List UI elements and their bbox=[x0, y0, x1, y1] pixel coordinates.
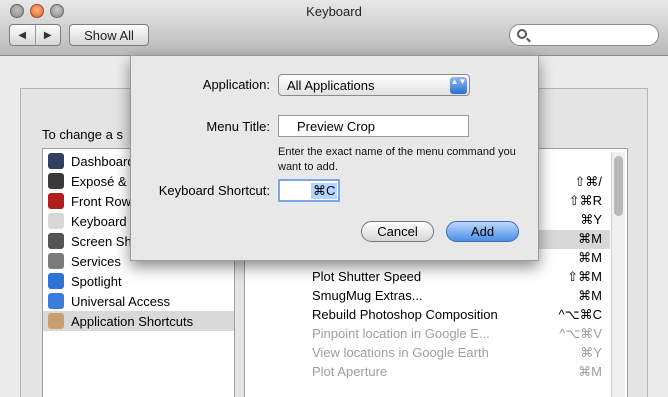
shortcut-keys: ⌘Y bbox=[580, 345, 602, 360]
shortcut-keys: ⇧⌘M bbox=[567, 269, 602, 284]
category-label: Spotlight bbox=[71, 273, 122, 289]
application-label: Application: bbox=[202, 77, 270, 92]
shortcut-row[interactable]: Rebuild Photoshop Composition ^⌥⌘C bbox=[245, 306, 610, 325]
scrollbar-thumb[interactable] bbox=[614, 156, 623, 216]
title-bar: Keyboard ◀ ▶ Show All bbox=[0, 0, 668, 56]
category-label: Dashboard bbox=[71, 153, 135, 169]
front-row-icon bbox=[48, 193, 64, 209]
keyboard-shortcut-label: Keyboard Shortcut: bbox=[158, 183, 270, 198]
shortcut-keys: ⇧⌘R bbox=[568, 193, 602, 208]
keyboard-shortcut-field[interactable]: ⌘C bbox=[278, 179, 340, 202]
shortcut-name: Plot Aperture bbox=[312, 364, 388, 379]
keyboard-icon bbox=[48, 213, 64, 229]
gear-icon bbox=[48, 253, 64, 269]
add-button[interactable]: Add bbox=[446, 221, 519, 242]
menu-title-hint: Enter the exact name of the menu command… bbox=[278, 146, 516, 173]
shortcut-list-scrollbar[interactable] bbox=[611, 152, 625, 397]
shortcut-row[interactable]: Plot Aperture ⌘M bbox=[245, 363, 610, 382]
application-popup[interactable]: All Applications ▲▼ bbox=[278, 74, 470, 96]
popup-arrows-glyph: ▲▼ bbox=[450, 77, 467, 86]
app-shortcuts-icon bbox=[48, 313, 64, 329]
shortcut-keys: ⌘Y bbox=[580, 212, 602, 227]
shortcut-name: Rebuild Photoshop Composition bbox=[312, 307, 498, 322]
shortcut-name: View locations in Google Earth bbox=[312, 345, 489, 360]
category-label: Keyboard bbox=[71, 213, 127, 229]
category-item[interactable]: Universal Access bbox=[43, 291, 234, 311]
window-title: Keyboard bbox=[306, 4, 362, 19]
category-label: Screen Sh bbox=[71, 233, 132, 249]
shortcut-row[interactable]: View locations in Google Earth ⌘Y bbox=[245, 344, 610, 363]
search-input[interactable] bbox=[509, 24, 659, 46]
spotlight-icon bbox=[48, 273, 64, 289]
menu-title-field[interactable]: Preview Crop bbox=[278, 115, 469, 137]
shortcut-row[interactable]: Plot Shutter Speed ⇧⌘M bbox=[245, 268, 610, 287]
add-shortcut-sheet: Application: All Applications ▲▼ Menu Ti… bbox=[130, 55, 539, 261]
shortcut-keys: ^⌥⌘V bbox=[559, 326, 602, 341]
expose-icon bbox=[48, 173, 64, 189]
cancel-button[interactable]: Cancel bbox=[361, 221, 434, 242]
keyboard-preferences-window: Keyboard ◀ ▶ Show All To change a s Dash… bbox=[0, 0, 668, 397]
menu-title-value: Preview Crop bbox=[297, 119, 376, 134]
application-popup-value: All Applications bbox=[287, 78, 375, 93]
shortcut-name: Plot Shutter Speed bbox=[312, 269, 422, 284]
dashboard-icon bbox=[48, 153, 64, 169]
shortcut-name: Pinpoint location in Google E... bbox=[312, 326, 490, 341]
shortcut-keys: ⌘M bbox=[578, 231, 602, 246]
category-item[interactable]: Spotlight bbox=[43, 271, 234, 291]
keyboard-shortcut-value: ⌘C bbox=[311, 183, 338, 199]
shortcut-keys: ^⌥⌘C bbox=[558, 307, 602, 322]
forward-button[interactable]: ▶ bbox=[34, 25, 61, 45]
category-item[interactable]: Application Shortcuts bbox=[43, 311, 234, 331]
shortcut-name: SmugMug Extras... bbox=[312, 288, 423, 303]
universal-access-icon bbox=[48, 293, 64, 309]
shortcut-keys: ⇧⌘/ bbox=[574, 174, 602, 189]
category-label: Front Row bbox=[71, 193, 131, 209]
shortcut-row[interactable]: SmugMug Extras... ⌘M bbox=[245, 287, 610, 306]
show-all-button[interactable]: Show All bbox=[69, 24, 149, 46]
shortcut-keys: ⌘M bbox=[578, 364, 602, 379]
search-icon bbox=[517, 29, 527, 39]
shortcut-keys: ⌘M bbox=[578, 288, 602, 303]
category-label: Application Shortcuts bbox=[71, 313, 194, 329]
category-label: Exposé & bbox=[71, 173, 127, 189]
category-label: Universal Access bbox=[71, 293, 170, 309]
instruction-text: To change a s bbox=[42, 127, 123, 142]
menu-title-label: Menu Title: bbox=[206, 119, 270, 134]
camera-icon bbox=[48, 233, 64, 249]
category-label: Services bbox=[71, 253, 121, 269]
back-forward-control: ◀ ▶ bbox=[9, 24, 61, 46]
back-button[interactable]: ◀ bbox=[10, 25, 35, 45]
shortcut-keys: ⌘M bbox=[578, 250, 602, 265]
shortcut-row[interactable]: Pinpoint location in Google E... ^⌥⌘V bbox=[245, 325, 610, 344]
popup-arrows-icon: ▲▼ bbox=[450, 77, 467, 94]
